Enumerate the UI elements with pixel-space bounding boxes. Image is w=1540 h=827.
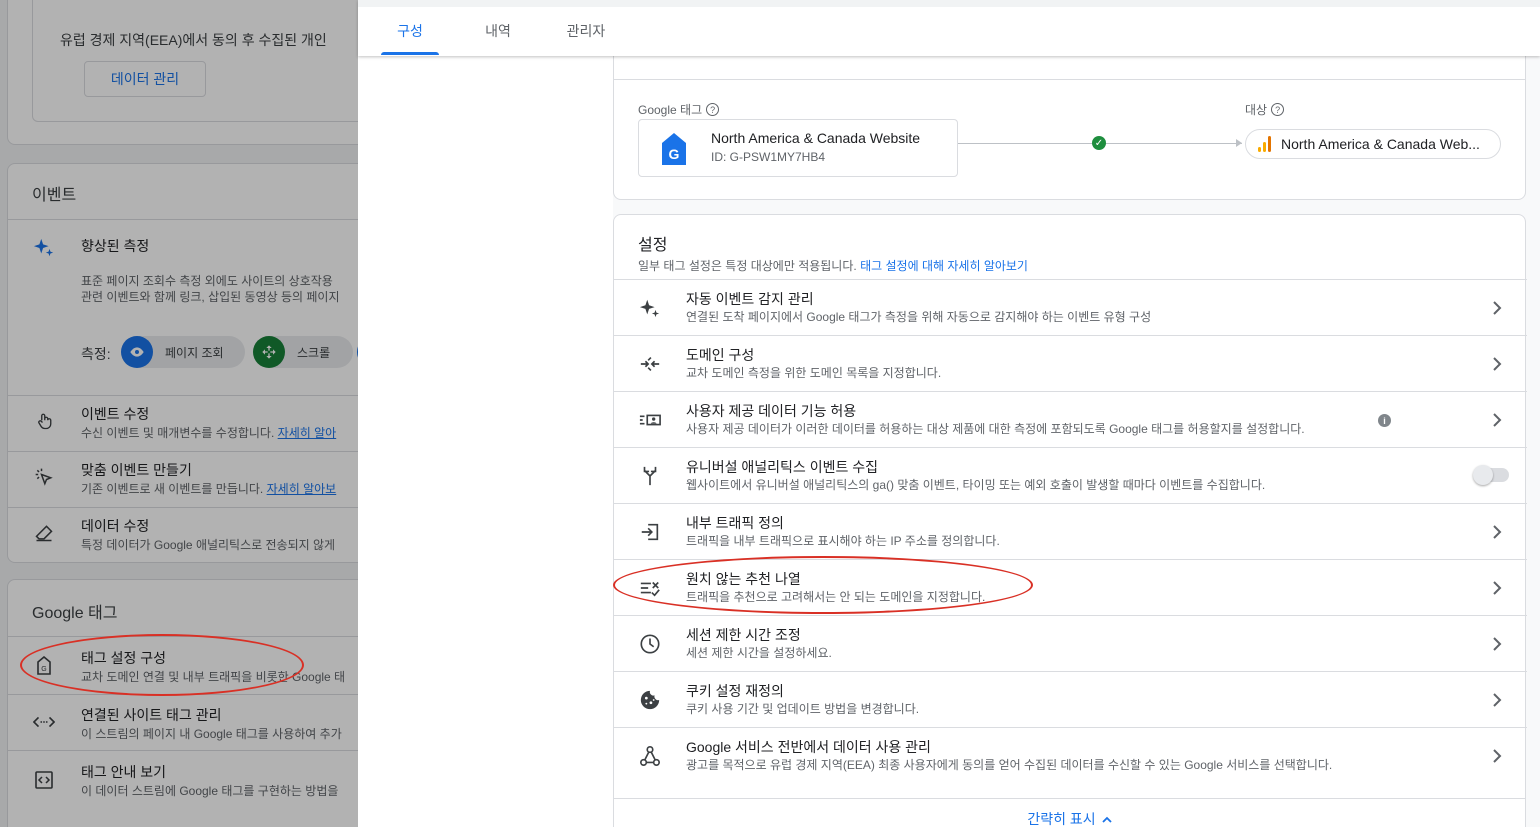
ua-events-toggle[interactable] [1473,465,1509,485]
help-icon[interactable]: ? [1271,103,1285,116]
chevron-right-icon[interactable] [1487,690,1507,710]
google-tag-label: Google 태그 ? [638,101,720,118]
chevron-right-icon[interactable] [1487,634,1507,654]
user-data-icon [638,408,662,432]
chevron-up-icon [1102,811,1112,827]
tag-settings-drawer: 구성 내역 관리자 Google 태그 ? 대상 ? G North Ameri… [358,0,1540,827]
stream-details-panel: 유럽 경제 지역(EEA)에서 동의 후 수집된 개인 데이터 관리 이벤트 향… [0,0,358,827]
merge-arrows-icon [638,352,662,376]
tab-configuration[interactable]: 구성 [381,7,439,55]
chevron-right-icon[interactable] [1487,522,1507,542]
setting-row-data-usage[interactable]: Google 서비스 전반에서 데이터 사용 관리 광고를 목적으로 유럽 경제… [614,727,1527,783]
cookie-icon [638,688,662,712]
fork-icon [638,464,662,488]
settings-title: 설정 [638,237,668,254]
people-network-icon [638,744,662,768]
tab-admin[interactable]: 관리자 [554,7,618,55]
google-tag-icon: G [661,132,687,171]
help-icon[interactable]: ? [706,103,720,116]
drawer-content: Google 태그 ? 대상 ? G North America & Canad… [358,56,1540,827]
analytics-logo-icon [1258,136,1271,152]
show-less-button[interactable]: 간략히 표시 [614,798,1525,827]
setting-row-unwanted-referrals[interactable]: 원치 않는 추천 나열 트래픽을 추천으로 고려해서는 안 되는 도메인을 지정… [614,559,1527,615]
setting-row-auto-events[interactable]: 자동 이벤트 감지 관리 연결된 도착 페이지에서 Google 태그가 측정을… [614,279,1527,335]
setting-row-user-data[interactable]: 사용자 제공 데이터 기능 허용 사용자 제공 데이터가 이러한 데이터를 허용… [614,391,1527,447]
list-remove-icon [638,576,662,600]
info-icon[interactable]: i [1378,414,1391,427]
login-icon [638,520,662,544]
destination-name: North America & Canada Web... [1281,136,1480,152]
google-tag-box[interactable]: G North America & Canada Website ID: G-P… [638,119,958,177]
setting-row-ua-events[interactable]: 유니버설 애널리틱스 이벤트 수집 웹사이트에서 유니버설 애널리틱스의 ga(… [614,447,1527,503]
setting-row-cookie[interactable]: 쿠키 설정 재정의 쿠키 사용 기간 및 업데이트 방법을 변경합니다. [614,671,1527,727]
tab-history[interactable]: 내역 [470,7,526,55]
chevron-right-icon[interactable] [1487,354,1507,374]
svg-text:G: G [669,146,680,162]
chevron-right-icon[interactable] [1487,410,1507,430]
tag-id: ID: G-PSW1MY7HB4 [711,150,826,164]
chevron-right-icon[interactable] [1487,298,1507,318]
destination-label: 대상 ? [1245,101,1285,118]
sparkle-icon [638,296,662,320]
destination-pill[interactable]: North America & Canada Web... [1245,129,1501,159]
clock-icon [638,632,662,656]
chevron-right-icon[interactable] [1487,746,1507,766]
tab-bar: 구성 내역 관리자 [358,0,1540,56]
setting-row-session-timeout[interactable]: 세션 제한 시간 조정 세션 제한 시간을 설정하세요. [614,615,1527,671]
check-circle-icon: ✓ [1092,136,1106,150]
learn-more-link[interactable]: 태그 설정에 대해 자세히 알아보기 [860,259,1028,273]
arrow-right-icon [1236,139,1242,147]
tag-name: North America & Canada Website [711,130,921,146]
modal-scrim[interactable] [0,0,358,827]
settings-card: 설정 일부 태그 설정은 특정 대상에만 적용됩니다. 태그 설정에 대해 자세… [613,214,1527,827]
setting-row-internal-traffic[interactable]: 내부 트래픽 정의 트래픽을 내부 트래픽으로 표시해야 하는 IP 주소를 정… [614,503,1527,559]
settings-subtitle: 일부 태그 설정은 특정 대상에만 적용됩니다. 태그 설정에 대해 자세히 알… [638,259,1028,273]
setting-row-domains[interactable]: 도메인 구성 교차 도메인 측정을 위한 도메인 목록을 지정합니다. [614,335,1527,391]
connection-card: Google 태그 ? 대상 ? G North America & Canad… [613,56,1526,200]
chevron-right-icon[interactable] [1487,578,1507,598]
